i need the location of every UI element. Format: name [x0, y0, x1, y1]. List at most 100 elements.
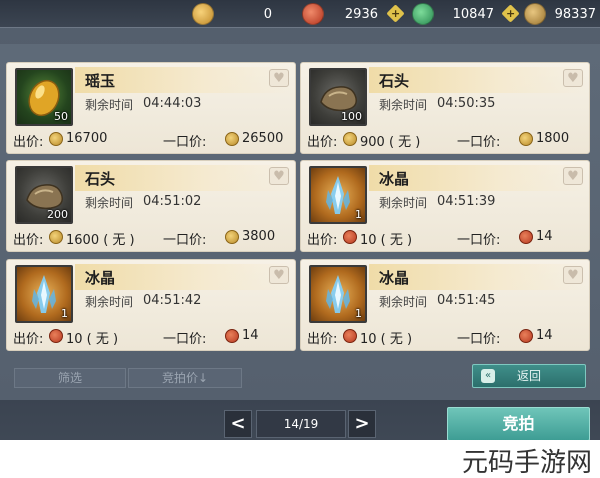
favorite-heart-icon[interactable]: ♥ — [563, 266, 583, 284]
currency-red-value: 2936 — [344, 6, 378, 22]
current-price: 900 ( 无 ) — [360, 135, 421, 150]
favorite-heart-icon[interactable]: ♥ — [269, 69, 289, 87]
red-gem-icon — [519, 329, 533, 343]
gold-coin-icon — [343, 132, 357, 146]
auction-item-card[interactable]: 1 冰晶 剩余时间 04:51:42 ♥ 出价: 10 ( 无 ) 一口价: 1… — [6, 259, 296, 351]
current-price: 1600 ( 无 ) — [66, 233, 135, 248]
price-row: 出价: 10 ( 无 ) 一口价: 14 — [13, 328, 291, 347]
item-icon[interactable]: 200 — [15, 166, 73, 224]
page-indicator: 14/19 — [256, 410, 346, 438]
buyout-label: 一口价: — [163, 233, 207, 248]
item-quantity: 50 — [54, 110, 68, 123]
price-row: 出价: 16700 一口价: 26500 — [13, 131, 291, 150]
item-name: 冰晶 — [379, 269, 410, 287]
red-gem-icon — [343, 230, 357, 244]
gold-coin-icon — [225, 230, 239, 244]
buyout-price: 3800 — [242, 229, 276, 244]
time-remaining-value: 04:51:39 — [437, 194, 496, 209]
item-quantity: 1 — [355, 208, 362, 221]
item-icon[interactable]: 1 — [15, 265, 73, 323]
price-row: 出价: 900 ( 无 ) 一口价: 1800 — [307, 131, 585, 150]
add-currency-button[interactable]: + — [386, 4, 405, 23]
buyout-price: 26500 — [242, 131, 284, 146]
item-name: 瑶玉 — [85, 72, 116, 90]
gold-coin-icon — [225, 132, 239, 146]
time-remaining-value: 04:51:02 — [143, 194, 202, 209]
price-row: 出价: 10 ( 无 ) 一口价: 14 — [307, 328, 585, 347]
currency-jade: 10847 — [412, 2, 494, 26]
time-remaining-label: 剩余时间 — [85, 295, 134, 309]
item-name: 石头 — [379, 72, 410, 90]
currency-silver-value: 98337 — [554, 6, 596, 22]
buyout-price: 14 — [536, 328, 553, 343]
favorite-heart-icon[interactable]: ♥ — [269, 266, 289, 284]
auction-item-card[interactable]: 1 冰晶 剩余时间 04:51:45 ♥ 出价: 10 ( 无 ) 一口价: 1… — [300, 259, 590, 351]
auction-item-card[interactable]: 200 石头 剩余时间 04:51:02 ♥ 出价: 1600 ( 无 ) 一口… — [6, 160, 296, 252]
item-icon[interactable]: 100 — [309, 68, 367, 126]
gold-coin-icon — [49, 230, 63, 244]
silver-coin-icon — [524, 3, 546, 25]
auction-item-card[interactable]: 1 冰晶 剩余时间 04:51:39 ♥ 出价: 10 ( 无 ) 一口价: 1… — [300, 160, 590, 252]
watermark-text: 元码手游网 — [461, 448, 592, 478]
auction-item-card[interactable]: 100 石头 剩余时间 04:50:35 ♥ 出价: 900 ( 无 ) 一口价… — [300, 62, 590, 154]
buyout-label: 一口价: — [457, 135, 501, 150]
price-row: 出价: 1600 ( 无 ) 一口价: 3800 — [13, 229, 291, 248]
red-gem-icon — [225, 329, 239, 343]
add-jade-button[interactable]: + — [501, 4, 520, 23]
buyout-price: 14 — [242, 328, 259, 343]
gold-coin-icon — [49, 132, 63, 146]
price-row: 出价: 10 ( 无 ) 一口价: 14 — [307, 229, 585, 248]
favorite-heart-icon[interactable]: ♥ — [269, 167, 289, 185]
bid-price-sort-button[interactable]: 竞拍价↓ — [128, 368, 242, 388]
red-gem-icon — [343, 329, 357, 343]
back-label: 返回 — [516, 369, 541, 383]
item-name: 冰晶 — [379, 170, 410, 188]
current-price: 10 ( 无 ) — [360, 233, 413, 248]
item-quantity: 100 — [341, 110, 362, 123]
prev-page-button[interactable]: < — [224, 410, 252, 438]
time-remaining-label: 剩余时间 — [85, 98, 134, 112]
item-icon[interactable]: 1 — [309, 265, 367, 323]
item-name: 冰晶 — [85, 269, 116, 287]
buyout-price: 14 — [536, 229, 553, 244]
time-remaining-label: 剩余时间 — [85, 196, 134, 210]
item-icon[interactable]: 1 — [309, 166, 367, 224]
jade-icon — [412, 3, 434, 25]
current-price: 16700 — [66, 131, 108, 146]
item-quantity: 1 — [61, 307, 68, 320]
item-icon[interactable]: 50 — [15, 68, 73, 126]
currency-jade-value: 10847 — [452, 6, 494, 22]
current-price: 10 ( 无 ) — [360, 332, 413, 347]
next-page-button[interactable]: > — [348, 410, 376, 438]
red-gem-icon — [519, 230, 533, 244]
buyout-price: 1800 — [536, 131, 570, 146]
bid-button[interactable]: 竞拍 — [447, 407, 590, 441]
time-remaining-value: 04:50:35 — [437, 96, 496, 111]
time-remaining-label: 剩余时间 — [379, 98, 428, 112]
buyout-label: 一口价: — [163, 332, 207, 347]
price-label: 出价: — [307, 135, 338, 150]
currency-red: 2936 — [302, 2, 378, 26]
time-remaining-value: 04:44:03 — [143, 96, 202, 111]
back-button[interactable]: « 返回 — [472, 364, 586, 388]
auction-item-card[interactable]: 50 瑶玉 剩余时间 04:44:03 ♥ 出价: 16700 一口价: 265… — [6, 62, 296, 154]
favorite-heart-icon[interactable]: ♥ — [563, 167, 583, 185]
red-gem-icon — [302, 3, 324, 25]
price-label: 出价: — [13, 332, 44, 347]
item-quantity: 200 — [47, 208, 68, 221]
buyout-label: 一口价: — [163, 135, 207, 150]
filter-button[interactable]: 筛选 — [14, 368, 126, 388]
currency-silver: 98337 — [524, 2, 596, 26]
favorite-heart-icon[interactable]: ♥ — [563, 69, 583, 87]
buyout-label: 一口价: — [457, 233, 501, 248]
back-arrow-icon: « — [481, 369, 495, 383]
currency-gold: 0 — [192, 2, 272, 26]
buyout-label: 一口价: — [457, 332, 501, 347]
time-remaining-value: 04:51:42 — [143, 293, 202, 308]
price-label: 出价: — [13, 233, 44, 248]
time-remaining-label: 剩余时间 — [379, 196, 428, 210]
price-label: 出价: — [307, 233, 338, 248]
red-gem-icon — [49, 329, 63, 343]
item-name: 石头 — [85, 170, 116, 188]
time-remaining-label: 剩余时间 — [379, 295, 428, 309]
